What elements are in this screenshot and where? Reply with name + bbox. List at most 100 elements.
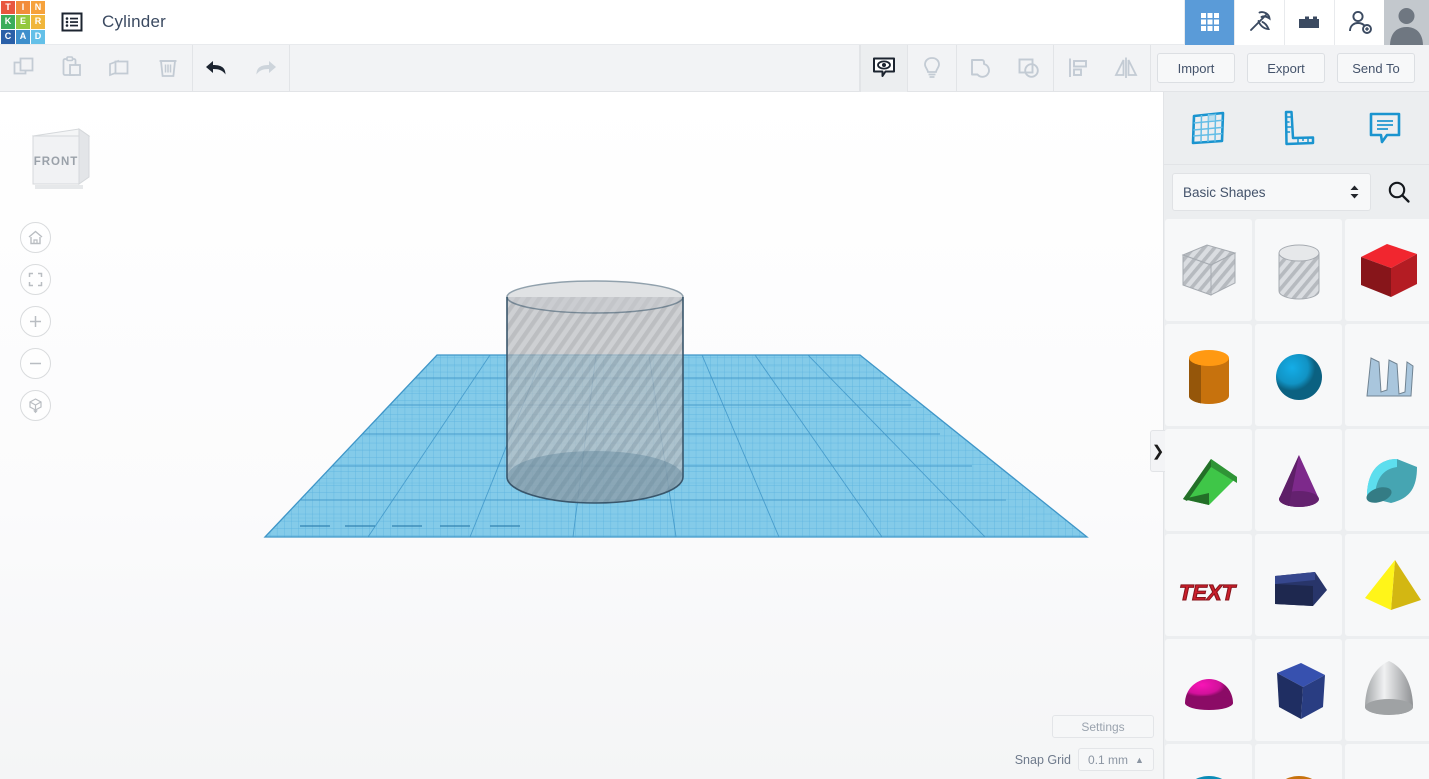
import-button[interactable]: Import (1157, 53, 1235, 83)
shape-pyramid-yellow[interactable] (1345, 534, 1429, 636)
logo-tile-i: I (16, 0, 30, 15)
view-navigation-controls (20, 222, 51, 421)
tab-notes[interactable] (1341, 92, 1429, 165)
home-view-button[interactable] (20, 222, 51, 253)
shape-text-red[interactable]: TEXT (1165, 534, 1252, 636)
shape-box-red[interactable] (1345, 219, 1429, 321)
export-button[interactable]: Export (1247, 53, 1325, 83)
shape-wedge-green-thumbnail (1182, 459, 1237, 505)
pickaxe-button[interactable] (1234, 0, 1284, 45)
hole-cylinder-object (506, 280, 684, 504)
avatar-silhouette-icon (1384, 0, 1429, 45)
pickaxe-icon (1249, 11, 1271, 31)
shape-box-red-thumbnail (1360, 244, 1417, 297)
paste-button[interactable] (48, 45, 96, 92)
paste-icon (62, 56, 81, 76)
fit-to-view-button[interactable] (20, 264, 51, 295)
shape-paraboloid-grey[interactable] (1345, 639, 1429, 741)
invite-user-button[interactable] (1334, 0, 1384, 45)
shape-dish-orange-thumbnail (1285, 776, 1312, 779)
logo-tile-k: K (1, 15, 15, 29)
perspective-toggle-button[interactable] (20, 390, 51, 421)
show-hide-button[interactable] (860, 44, 908, 92)
zoom-in-button[interactable] (20, 306, 51, 337)
undo-button[interactable] (193, 45, 241, 92)
shape-dish-cyan[interactable] (1165, 744, 1252, 779)
toolbar-divider-2 (289, 44, 290, 92)
shape-category-value: Basic Shapes (1183, 184, 1266, 200)
mirror-flip-icon (1114, 57, 1138, 78)
3d-viewport[interactable]: FRONT Settings Snap Grid 0.1 mm ▲ (0, 92, 1163, 779)
snap-grid-dropdown[interactable]: 0.1 mm ▲ (1078, 748, 1154, 771)
shape-arrow-navy[interactable] (1255, 534, 1342, 636)
shape-sphere-blue[interactable] (1255, 324, 1342, 426)
copy-icon (13, 57, 34, 75)
header-right-actions (1184, 0, 1429, 45)
shape-roundroof-cyan-thumbnail (1365, 459, 1417, 503)
shape-scribble-blue[interactable] (1345, 324, 1429, 426)
shape-category-dropdown[interactable]: Basic Shapes (1172, 173, 1371, 211)
user-avatar[interactable] (1384, 0, 1429, 45)
shape-blob-brown[interactable] (1345, 744, 1429, 779)
shape-box-hole[interactable] (1165, 219, 1252, 321)
grid-apps-icon (1200, 13, 1219, 31)
shape-cylinder-hole[interactable] (1255, 219, 1342, 321)
shape-roundroof-cyan[interactable] (1345, 429, 1429, 531)
redo-icon (256, 61, 276, 75)
settings-button[interactable]: Settings (1052, 715, 1154, 738)
shape-halfsphere-pink-thumbnail (1184, 679, 1233, 710)
shape-sphere-blue-thumbnail (1275, 354, 1322, 400)
apps-grid-button[interactable] (1184, 0, 1234, 45)
duplicate-button[interactable] (96, 45, 144, 92)
tab-ruler[interactable] (1252, 92, 1340, 165)
collapse-panel-button[interactable]: ❯ (1150, 430, 1165, 472)
lightbulb-icon (924, 57, 940, 78)
copy-button[interactable] (0, 45, 48, 92)
shapes-panel: ❯ Basic Shapes TEXT (1150, 92, 1429, 779)
project-menu-button[interactable] (46, 0, 98, 45)
panel-scrollbar[interactable] (1423, 219, 1429, 779)
home-icon (28, 230, 43, 245)
ungroup-button[interactable] (1005, 45, 1053, 92)
app-header: TIN KER CAD Cylinder (0, 0, 1429, 45)
shape-cylinder-hole-thumbnail (1278, 244, 1319, 300)
main-toolbar: Import Export Send To (0, 44, 1429, 92)
undo-icon (206, 61, 226, 75)
tab-workplane[interactable] (1164, 92, 1252, 165)
toolbar-divider-6 (1150, 44, 1151, 92)
delete-button[interactable] (144, 45, 192, 92)
logo-tile-d: D (31, 29, 45, 44)
viewcube-face-label: FRONT (34, 156, 79, 168)
shape-cone-purple[interactable] (1255, 429, 1342, 531)
logo-tile-n: N (31, 0, 45, 15)
blocks-button[interactable] (1284, 0, 1334, 45)
history-tool-group (193, 45, 289, 92)
lightbulb-button[interactable] (908, 45, 956, 92)
shape-polygon-blue[interactable] (1255, 639, 1342, 741)
shape-pyramid-yellow-thumbnail (1364, 560, 1421, 610)
panel-tabs (1164, 92, 1429, 165)
search-button[interactable] (1377, 173, 1421, 211)
snap-grid-label: Snap Grid (1014, 752, 1071, 767)
mirror-button[interactable] (1102, 45, 1150, 92)
shape-library-grid[interactable]: TEXT (1164, 219, 1429, 779)
view-orientation-cube[interactable]: FRONT (27, 119, 95, 193)
send-to-button[interactable]: Send To (1337, 53, 1415, 83)
shape-dish-orange[interactable] (1255, 744, 1342, 779)
tinkercad-logo[interactable]: TIN KER CAD (0, 0, 46, 45)
redo-button[interactable] (241, 45, 289, 92)
align-button[interactable] (1054, 45, 1102, 92)
scene-canvas (263, 280, 1089, 538)
logo-tile-t: T (1, 0, 15, 15)
fit-frame-icon (28, 272, 43, 287)
zoom-out-button[interactable] (20, 348, 51, 379)
search-icon (1388, 181, 1410, 203)
shape-wedge-green[interactable] (1165, 429, 1252, 531)
shape-halfsphere-pink[interactable] (1165, 639, 1252, 741)
group-button[interactable] (957, 45, 1005, 92)
view-cube-icon: FRONT (31, 128, 91, 189)
panel-search-row: Basic Shapes (1164, 165, 1429, 219)
align-icon (1069, 58, 1087, 77)
shape-cylinder-orange[interactable] (1165, 324, 1252, 426)
shape-cylinder-orange-thumbnail (1188, 350, 1229, 404)
